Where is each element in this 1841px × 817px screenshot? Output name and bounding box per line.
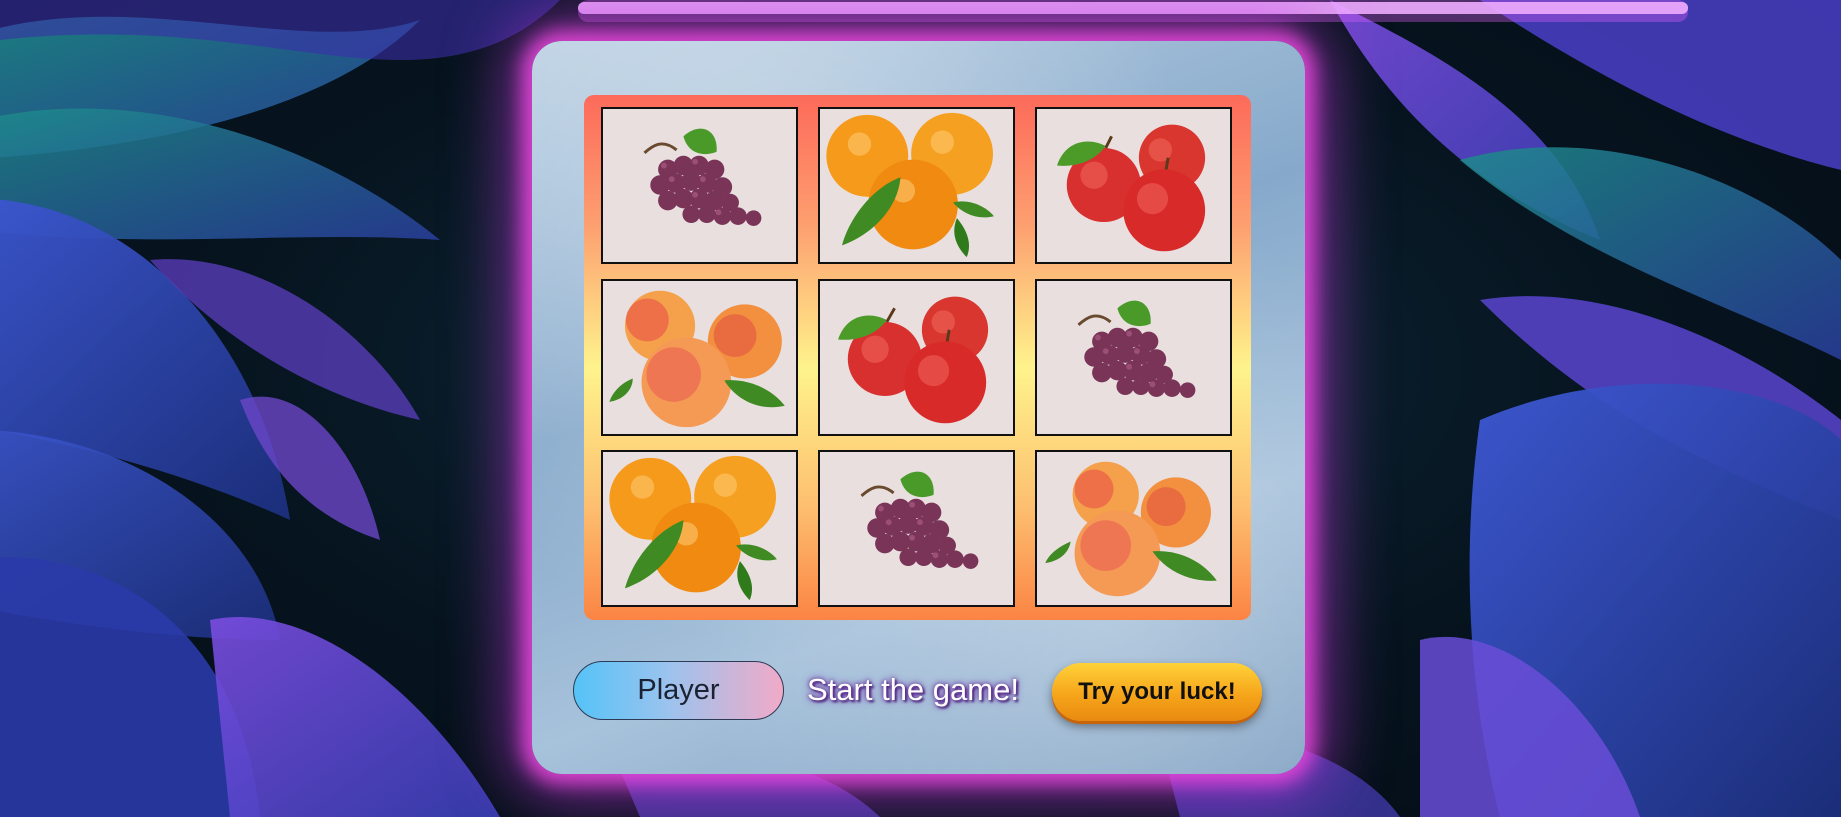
- player-name-field[interactable]: Player: [573, 661, 784, 720]
- slot-cell-peaches: [1035, 450, 1232, 607]
- grapes-icon: [643, 128, 762, 226]
- game-screen: Player Start the game! Try your luck!: [0, 0, 1841, 817]
- oranges-icon: [826, 112, 994, 258]
- apples-icon: [838, 296, 989, 424]
- grapes-icon: [1077, 300, 1196, 398]
- slot-cell-oranges: [818, 107, 1015, 264]
- grapes-icon: [860, 471, 979, 569]
- oranges-icon: [609, 455, 777, 601]
- game-status-message: Start the game!: [807, 672, 1019, 707]
- slot-cell-apples: [818, 279, 1015, 436]
- slot-cell-oranges: [601, 450, 798, 607]
- slot-cell-apples: [1035, 107, 1232, 264]
- apples-icon: [1057, 124, 1206, 252]
- peaches-icon: [1045, 461, 1217, 597]
- peaches-icon: [609, 290, 785, 428]
- slot-cell-grapes: [1035, 279, 1232, 436]
- slot-cell-grapes: [818, 450, 1015, 607]
- try-your-luck-button[interactable]: Try your luck!: [1052, 663, 1262, 721]
- slot-cell-grapes: [601, 107, 798, 264]
- slot-cell-peaches: [601, 279, 798, 436]
